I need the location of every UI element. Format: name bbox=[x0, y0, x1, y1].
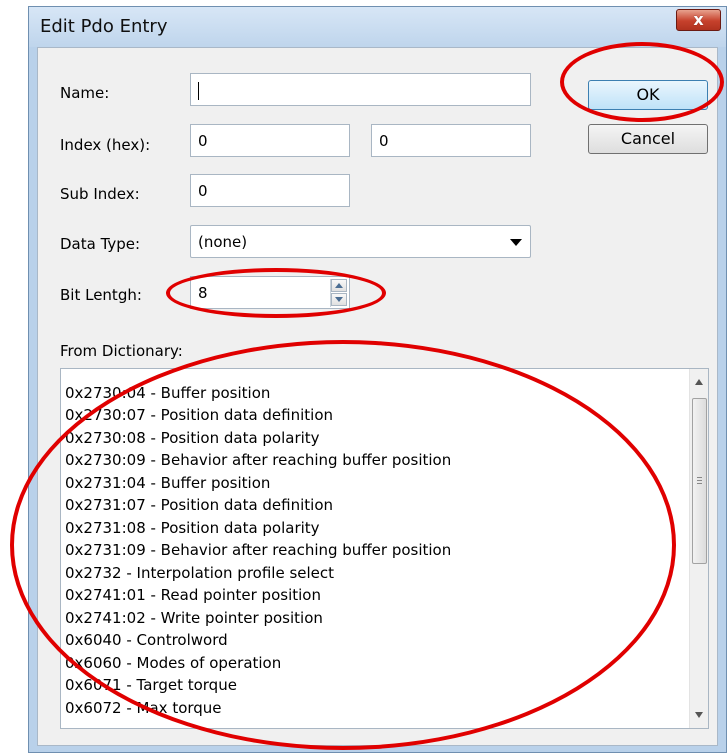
list-item[interactable]: 0x2731:04 - Buffer position bbox=[65, 472, 270, 494]
grip-line bbox=[697, 480, 702, 481]
spin-buttons bbox=[330, 279, 347, 307]
list-item[interactable]: 0x2731:08 - Position data polarity bbox=[65, 517, 320, 539]
bitlength-value: 8 bbox=[198, 284, 208, 302]
scroll-thumb[interactable] bbox=[692, 398, 707, 564]
scroll-down-icon[interactable] bbox=[695, 712, 703, 718]
list-item[interactable]: 0x2730:08 - Position data polarity bbox=[65, 427, 320, 449]
list-item[interactable]: 0x2730:04 - Buffer position bbox=[65, 382, 270, 404]
datatype-select[interactable]: (none) bbox=[190, 225, 531, 258]
arrow-down-icon bbox=[335, 297, 343, 302]
subindex-input[interactable]: 0 bbox=[190, 174, 350, 207]
spin-up-button[interactable] bbox=[331, 279, 347, 292]
list-item[interactable]: 0x2731:07 - Position data definition bbox=[65, 494, 333, 516]
subindex-label: Sub Index: bbox=[60, 185, 140, 203]
cancel-button[interactable]: Cancel bbox=[588, 124, 708, 154]
ok-button[interactable]: OK bbox=[588, 80, 708, 110]
datatype-label: Data Type: bbox=[60, 235, 141, 253]
grip-line bbox=[697, 477, 702, 478]
list-item[interactable]: 0x2741:02 - Write pointer position bbox=[65, 607, 323, 629]
list-item[interactable]: 0x6060 - Modes of operation bbox=[65, 652, 281, 674]
list-item[interactable]: 0x2730:07 - Position data definition bbox=[65, 404, 333, 426]
list-scrollbar[interactable] bbox=[689, 369, 708, 728]
bitlength-label: Bit Lentgh: bbox=[60, 286, 142, 304]
spin-down-button[interactable] bbox=[331, 293, 347, 306]
scroll-up-icon[interactable] bbox=[695, 379, 703, 385]
dialog-title: Edit Pdo Entry bbox=[40, 16, 168, 37]
chevron-down-icon bbox=[510, 239, 522, 246]
close-button[interactable]: x bbox=[676, 9, 721, 31]
index-input-1[interactable]: 0 bbox=[190, 124, 350, 157]
list-item[interactable]: 0x2732 - Interpolation profile select bbox=[65, 562, 334, 584]
index-input-2[interactable]: 0 bbox=[371, 124, 531, 157]
list-item[interactable]: 0x2731:09 - Behavior after reaching buff… bbox=[65, 539, 451, 561]
bitlength-spinner[interactable]: 8 bbox=[190, 276, 350, 309]
grip-line bbox=[697, 483, 702, 484]
name-input[interactable] bbox=[190, 73, 531, 106]
arrow-up-icon bbox=[335, 283, 343, 288]
dialog-window: Edit Pdo Entry x Name: Index (hex): 0 0 … bbox=[28, 6, 727, 753]
list-item[interactable]: 0x2741:01 - Read pointer position bbox=[65, 584, 321, 606]
text-cursor bbox=[198, 81, 199, 100]
name-label: Name: bbox=[60, 84, 110, 102]
title-bar[interactable]: Edit Pdo Entry x bbox=[29, 7, 726, 47]
dictionary-list[interactable]: 0x2730:04 - Buffer position 0x2730:07 - … bbox=[60, 368, 709, 729]
list-item[interactable]: 0x6072 - Max torque bbox=[65, 697, 222, 719]
list-item[interactable]: 0x6040 - Controlword bbox=[65, 629, 228, 651]
close-icon: x bbox=[693, 10, 704, 29]
dictionary-label: From Dictionary: bbox=[60, 342, 183, 360]
list-item[interactable]: 0x6071 - Target torque bbox=[65, 674, 237, 696]
index-label: Index (hex): bbox=[60, 136, 151, 154]
datatype-value: (none) bbox=[198, 233, 248, 251]
dialog-body: Name: Index (hex): 0 0 Sub Index: 0 Data… bbox=[37, 47, 718, 746]
list-item[interactable]: 0x2730:09 - Behavior after reaching buff… bbox=[65, 449, 451, 471]
